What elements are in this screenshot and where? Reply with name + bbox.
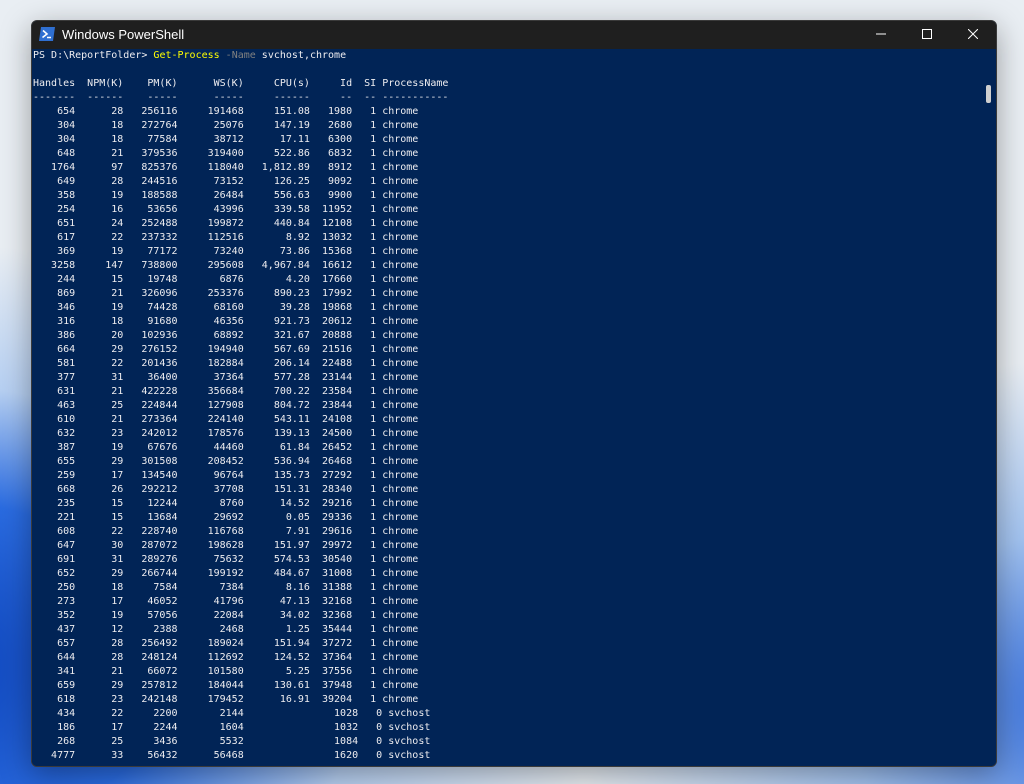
maximize-icon [922,26,932,44]
powershell-window[interactable]: Windows PowerShell PS D:\ReportFolder> G… [31,20,997,767]
table-row: 369 19 77172 73240 73.86 15368 1 chrome [33,246,419,257]
table-row: 250 18 7584 7384 8.16 31388 1 chrome [33,582,419,593]
title-bar[interactable]: Windows PowerShell [32,21,996,49]
table-row: 869 21 326096 253376 890.23 17992 1 chro… [33,288,419,299]
table-row: 346 19 74428 68160 39.28 19868 1 chrome [33,302,419,313]
prompt-arguments: svchost,chrome [255,50,347,61]
table-row: 3258 147 738800 295608 4,967.84 16612 1 … [33,260,419,271]
table-row: 377 31 36400 37364 577.28 23144 1 chrome [33,372,419,383]
prompt-parameter: -Name [219,50,256,61]
table-row: 244 15 19748 6876 4.20 17660 1 chrome [33,274,419,285]
table-row: 664 29 276152 194940 567.69 21516 1 chro… [33,344,419,355]
maximize-button[interactable] [904,21,950,49]
table-row: 341 21 66072 101580 5.25 37556 1 chrome [33,666,419,677]
table-row: 655 29 301508 208452 536.94 26468 1 chro… [33,456,419,467]
powershell-icon [39,27,55,41]
table-row: 1764 97 825376 118040 1,812.89 8912 1 ch… [33,162,419,173]
table-row: 4777 33 56432 56468 1620 0 svchost [33,750,431,761]
console-output[interactable]: PS D:\ReportFolder> Get-Process -Name sv… [32,49,984,766]
table-row: 273 17 46052 41796 47.13 32168 1 chrome [33,596,419,607]
table-row: 463 25 224844 127908 804.72 23844 1 chro… [33,400,419,411]
table-row: 654 28 256116 191468 151.08 1980 1 chrom… [33,106,419,117]
table-row: 610 21 273364 224140 543.11 24108 1 chro… [33,414,419,425]
table-row: 221 15 13684 29692 0.05 29336 1 chrome [33,512,419,523]
table-row: 386 20 102936 68892 321.67 20888 1 chrom… [33,330,419,341]
table-row: 632 23 242012 178576 139.13 24500 1 chro… [33,428,419,439]
table-row: 259 17 134540 96764 135.73 27292 1 chrom… [33,470,419,481]
table-row: 304 18 77584 38712 17.11 6300 1 chrome [33,134,419,145]
window-title: Windows PowerShell [62,27,185,42]
table-row: 254 16 53656 43996 339.58 11952 1 chrome [33,204,419,215]
scrollbar-thumb[interactable] [986,85,991,103]
table-row: 649 28 244516 73152 126.25 9092 1 chrome [33,176,419,187]
table-row: 652 29 266744 199192 484.67 31008 1 chro… [33,568,419,579]
table-row: 617 22 237332 112516 8.92 13032 1 chrome [33,232,419,243]
table-rows: 654 28 256116 191468 151.08 1980 1 chrom… [32,105,984,763]
close-icon [967,26,979,44]
table-row: 304 18 272764 25076 147.19 2680 1 chrome [33,120,419,131]
table-row: 186 17 2244 1604 1032 0 svchost [33,722,431,733]
table-row: 316 18 91680 46356 921.73 20612 1 chrome [33,316,419,327]
table-row: 647 30 287072 198628 151.97 29972 1 chro… [33,540,419,551]
close-button[interactable] [950,21,996,49]
table-row: 358 19 188588 26484 556.63 9900 1 chrome [33,190,419,201]
table-header: Handles NPM(K) PM(K) WS(K) CPU(s) Id SI … [33,78,449,89]
table-row: 235 15 12244 8760 14.52 29216 1 chrome [33,498,419,509]
table-row: 691 31 289276 75632 574.53 30540 1 chrom… [33,554,419,565]
table-row: 434 22 2200 2144 1028 0 svchost [33,708,431,719]
table-row: 657 28 256492 189024 151.94 37272 1 chro… [33,638,419,649]
table-row: 631 21 422228 356684 700.22 23584 1 chro… [33,386,419,397]
table-row: 387 19 67676 44460 61.84 26452 1 chrome [33,442,419,453]
minimize-button[interactable] [858,21,904,49]
table-row: 648 21 379536 319400 522.86 6832 1 chrom… [33,148,419,159]
table-row: 268 25 3436 5532 1084 0 svchost [33,736,431,747]
vertical-scrollbar[interactable] [984,49,996,766]
command-line: PS D:\ReportFolder> Get-Process -Name sv… [32,49,984,63]
table-separator: ------- ------ ----- ----- ------ -- -- … [33,92,449,103]
table-row: 581 22 201436 182884 206.14 22488 1 chro… [33,358,419,369]
table-row: 651 24 252488 199872 440.84 12108 1 chro… [33,218,419,229]
table-row: 608 22 228740 116768 7.91 29616 1 chrome [33,526,419,537]
minimize-icon [876,26,886,44]
table-row: 618 23 242148 179452 16.91 39204 1 chrom… [33,694,419,705]
table-row: 659 29 257812 184044 130.61 37948 1 chro… [33,680,419,691]
prompt-path: PS D:\ReportFolder> [33,50,154,61]
table-row: 352 19 57056 22084 34.02 32368 1 chrome [33,610,419,621]
table-row: 644 28 248124 112692 124.52 37364 1 chro… [33,652,419,663]
prompt-command: Get-Process [153,50,220,61]
table-row: 668 26 292212 37708 151.31 28340 1 chrom… [33,484,419,495]
table-row: 437 12 2388 2468 1.25 35444 1 chrome [33,624,419,635]
